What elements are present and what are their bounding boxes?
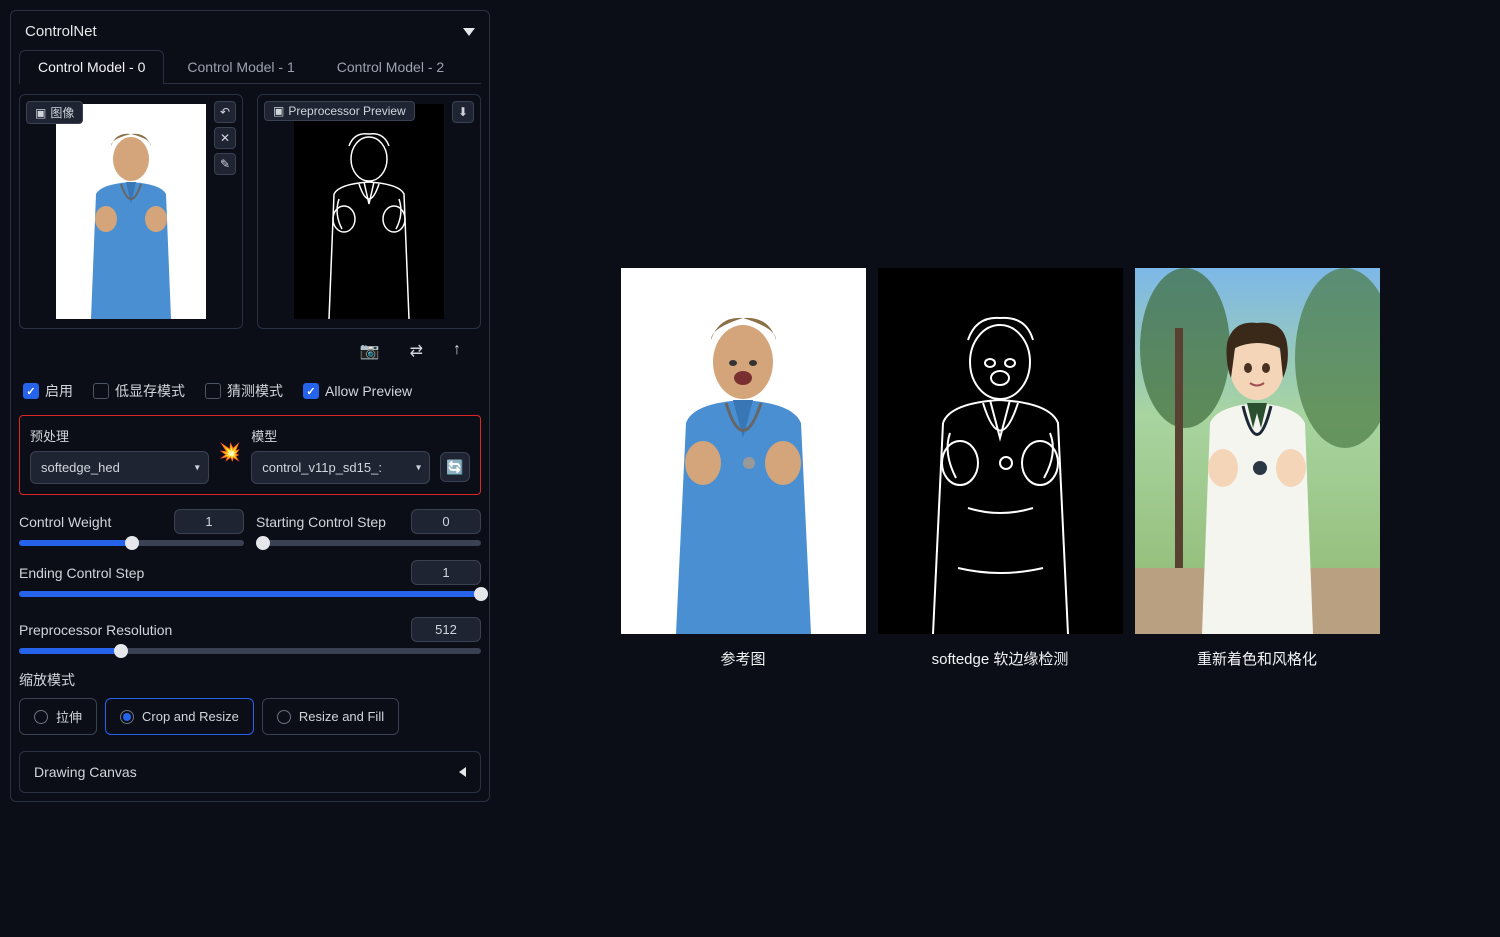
swap-icon[interactable]: ⇄ xyxy=(410,341,423,361)
edit-button[interactable]: ✎ xyxy=(214,153,236,175)
preprocessor-dropdown[interactable]: softedge_hed xyxy=(30,451,209,484)
input-image xyxy=(56,104,206,319)
action-row: 📷 ⇄ ↑ xyxy=(19,329,481,373)
image-row: ▣ 图像 ↶ ✕ ✎ xyxy=(19,94,481,329)
fill-label: Resize and Fill xyxy=(299,709,384,724)
panel-title: ControlNet xyxy=(25,23,97,40)
canvas-label: Drawing Canvas xyxy=(34,764,137,780)
start-step-value[interactable]: 0 xyxy=(411,509,481,534)
model-label: 模型 xyxy=(251,426,430,445)
lowvram-label: 低显存模式 xyxy=(115,381,185,401)
refresh-models-button[interactable]: 🔄 xyxy=(440,452,470,482)
panel-inner: ControlNet Control Model - 0 Control Mod… xyxy=(10,10,490,802)
lowvram-checkbox[interactable]: 低显存模式 xyxy=(93,381,185,401)
result-reference: 参考图 xyxy=(621,268,866,669)
guess-label: 猜测模式 xyxy=(227,381,283,401)
undo-button[interactable]: ↶ xyxy=(214,101,236,123)
end-step-slider[interactable]: Ending Control Step 1 xyxy=(19,560,481,597)
radio-icon xyxy=(120,710,134,724)
edge-label: softedge 软边缘检测 xyxy=(932,648,1069,669)
enable-checkbox[interactable]: 启用 xyxy=(23,381,73,401)
radio-icon xyxy=(277,710,291,724)
control-weight-value[interactable]: 1 xyxy=(174,509,244,534)
resize-mode-label: 缩放模式 xyxy=(19,670,481,690)
tab-model-1[interactable]: Control Model - 1 xyxy=(168,50,313,83)
result-edge: softedge 软边缘检测 xyxy=(878,268,1123,669)
enable-label: 启用 xyxy=(45,381,73,401)
download-button[interactable]: ⬇ xyxy=(452,101,474,123)
allow-preview-checkbox[interactable]: Allow Preview xyxy=(303,383,412,399)
upload-icon[interactable]: ↑ xyxy=(453,341,461,361)
model-tabs: Control Model - 0 Control Model - 1 Cont… xyxy=(19,50,481,84)
preview-image xyxy=(294,104,444,319)
crop-label: Crop and Resize xyxy=(142,709,239,724)
resize-fill[interactable]: Resize and Fill xyxy=(262,698,399,735)
end-step-label: Ending Control Step xyxy=(19,565,144,581)
preprocessor-label: 预处理 xyxy=(30,426,209,445)
checkbox-icon xyxy=(23,383,39,399)
checkbox-icon xyxy=(303,383,319,399)
styled-label: 重新着色和风格化 xyxy=(1197,648,1317,669)
result-styled: 重新着色和风格化 xyxy=(1135,268,1380,669)
resize-mode-radios: 拉伸 Crop and Resize Resize and Fill xyxy=(19,698,481,735)
expand-icon[interactable] xyxy=(459,767,466,777)
run-preprocessor-button[interactable]: 💥 xyxy=(219,442,241,463)
radio-icon xyxy=(34,710,48,724)
edge-image xyxy=(878,268,1123,634)
collapse-icon[interactable] xyxy=(463,28,475,36)
input-image-label: ▣ 图像 xyxy=(26,101,83,124)
sliders: Control Weight 1 Starting Control Step 0… xyxy=(19,509,481,654)
checkbox-row: 启用 低显存模式 猜测模式 Allow Preview xyxy=(19,373,481,415)
resize-stretch[interactable]: 拉伸 xyxy=(19,698,97,735)
allow-preview-label: Allow Preview xyxy=(325,383,412,399)
drawing-canvas-row[interactable]: Drawing Canvas xyxy=(19,751,481,793)
resolution-label: Preprocessor Resolution xyxy=(19,622,172,638)
image-icon: ▣ xyxy=(273,104,284,118)
tab-model-0[interactable]: Control Model - 0 xyxy=(19,50,164,84)
input-card-buttons: ↶ ✕ ✎ xyxy=(214,101,236,175)
preprocessor-model-box: 预处理 softedge_hed 💥 模型 control_v11p_sd15_… xyxy=(19,415,481,495)
control-weight-label: Control Weight xyxy=(19,514,111,530)
control-weight-slider[interactable]: Control Weight 1 xyxy=(19,509,244,546)
reference-label: 参考图 xyxy=(720,648,765,669)
checkbox-icon xyxy=(205,383,221,399)
start-step-label: Starting Control Step xyxy=(256,514,386,530)
tab-model-2[interactable]: Control Model - 2 xyxy=(318,50,463,83)
close-button[interactable]: ✕ xyxy=(214,127,236,149)
results-area: 参考图 xyxy=(500,0,1500,937)
preview-label-text: Preprocessor Preview xyxy=(288,104,405,118)
reference-image xyxy=(621,268,866,634)
model-dropdown[interactable]: control_v11p_sd15_: xyxy=(251,451,430,484)
styled-image xyxy=(1135,268,1380,634)
checkbox-icon xyxy=(93,383,109,399)
preprocessor-field: 预处理 softedge_hed xyxy=(30,426,209,484)
resize-crop[interactable]: Crop and Resize xyxy=(105,698,254,735)
preview-card[interactable]: ▣ Preprocessor Preview ⬇ xyxy=(257,94,481,329)
camera-icon[interactable]: 📷 xyxy=(360,341,380,361)
resolution-slider[interactable]: Preprocessor Resolution 512 xyxy=(19,617,481,654)
stretch-label: 拉伸 xyxy=(56,707,82,726)
end-step-value[interactable]: 1 xyxy=(411,560,481,585)
panel-header[interactable]: ControlNet xyxy=(19,19,481,50)
image-icon: ▣ xyxy=(35,106,46,120)
start-step-slider[interactable]: Starting Control Step 0 xyxy=(256,509,481,546)
controlnet-panel: ControlNet Control Model - 0 Control Mod… xyxy=(0,0,500,937)
input-image-card[interactable]: ▣ 图像 ↶ ✕ ✎ xyxy=(19,94,243,329)
guess-checkbox[interactable]: 猜测模式 xyxy=(205,381,283,401)
model-field: 模型 control_v11p_sd15_: xyxy=(251,426,430,484)
image-label-text: 图像 xyxy=(50,104,74,121)
preview-label: ▣ Preprocessor Preview xyxy=(264,101,415,121)
resolution-value[interactable]: 512 xyxy=(411,617,481,642)
results-row: 参考图 xyxy=(621,268,1380,669)
